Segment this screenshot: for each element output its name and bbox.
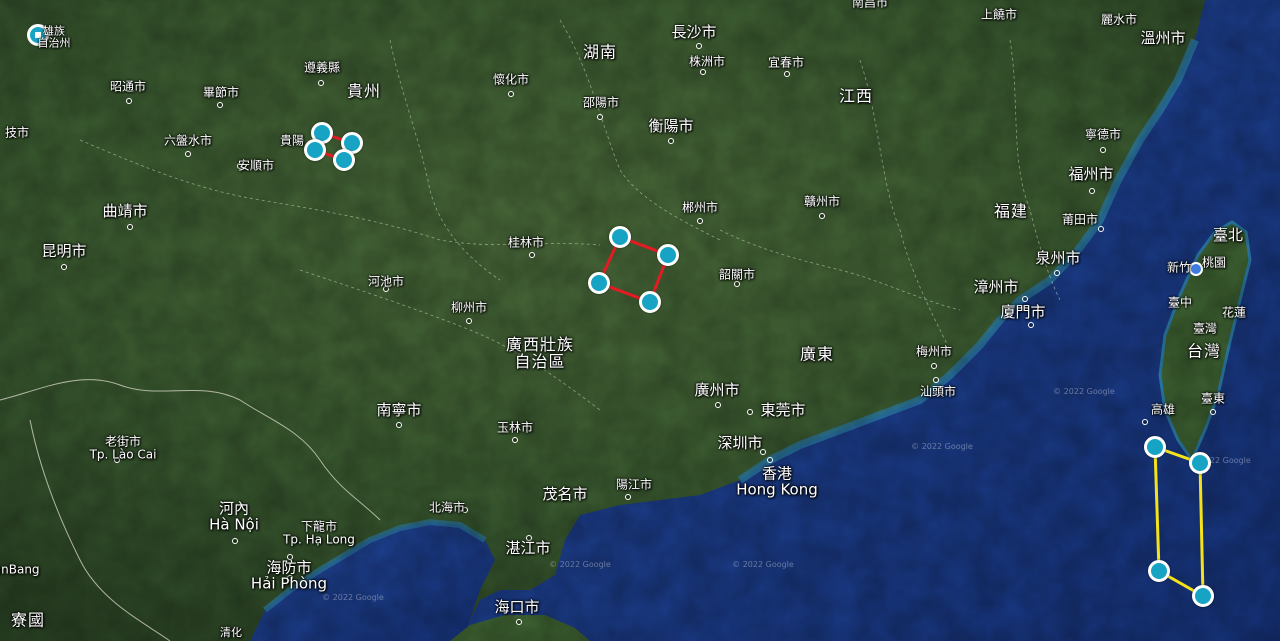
city-dot	[1054, 270, 1060, 276]
city-dot	[237, 163, 243, 169]
city-dot	[526, 535, 532, 541]
city-dot	[1022, 296, 1028, 302]
vertex-handle[interactable]	[1192, 585, 1214, 607]
place-marker-icon[interactable]	[27, 24, 49, 46]
vertex-handle[interactable]	[639, 291, 661, 313]
city-dot	[127, 224, 133, 230]
city-dot	[1089, 188, 1095, 194]
city-dot	[597, 114, 603, 120]
city-dot	[668, 138, 674, 144]
city-dot	[396, 422, 402, 428]
city-dot	[767, 457, 773, 463]
vertex-handle[interactable]	[588, 272, 610, 294]
city-dot	[318, 80, 324, 86]
city-dot	[700, 69, 706, 75]
city-dot	[287, 575, 293, 581]
vertex-handle[interactable]	[1148, 560, 1170, 582]
city-dot	[61, 264, 67, 270]
satellite-map[interactable]: 南昌市 上饒市 麗水市 溫州市 長沙市 湖南 株洲市 宜春市 遵義縣 貴州 懷化…	[0, 0, 1280, 641]
city-dot	[715, 402, 721, 408]
vertex-handle[interactable]	[657, 244, 679, 266]
location-dot-icon[interactable]	[1189, 262, 1203, 276]
city-dot	[466, 318, 472, 324]
city-dot	[1142, 419, 1148, 425]
city-dot	[697, 218, 703, 224]
city-dot	[217, 102, 223, 108]
city-dot	[933, 377, 939, 383]
city-dot	[516, 619, 522, 625]
city-dot	[512, 437, 518, 443]
city-dot	[287, 554, 293, 560]
city-dot	[462, 507, 468, 513]
city-dot	[747, 409, 753, 415]
city-dot	[1210, 409, 1216, 415]
city-dot	[625, 494, 631, 500]
city-dot	[931, 363, 937, 369]
city-dot	[114, 457, 120, 463]
city-dot	[1098, 226, 1104, 232]
city-dot	[126, 98, 132, 104]
city-dot	[819, 213, 825, 219]
city-dot	[734, 281, 740, 287]
vertex-handle[interactable]	[304, 139, 326, 161]
city-dot	[784, 71, 790, 77]
city-dot	[383, 286, 389, 292]
city-dot	[529, 252, 535, 258]
vertex-handle[interactable]	[1144, 436, 1166, 458]
city-dot	[760, 449, 766, 455]
vertex-handle[interactable]	[609, 226, 631, 248]
city-dot	[232, 538, 238, 544]
city-dot	[508, 91, 514, 97]
city-dot	[696, 43, 702, 49]
shapes-layer	[313, 131, 1205, 599]
vertex-handle[interactable]	[1189, 452, 1211, 474]
city-dot	[1028, 322, 1034, 328]
city-dot	[578, 493, 584, 499]
city-dot	[185, 151, 191, 157]
vertex-handle[interactable]	[333, 149, 355, 171]
city-dot	[1100, 147, 1106, 153]
south-hunan-polygon[interactable]	[596, 235, 670, 304]
